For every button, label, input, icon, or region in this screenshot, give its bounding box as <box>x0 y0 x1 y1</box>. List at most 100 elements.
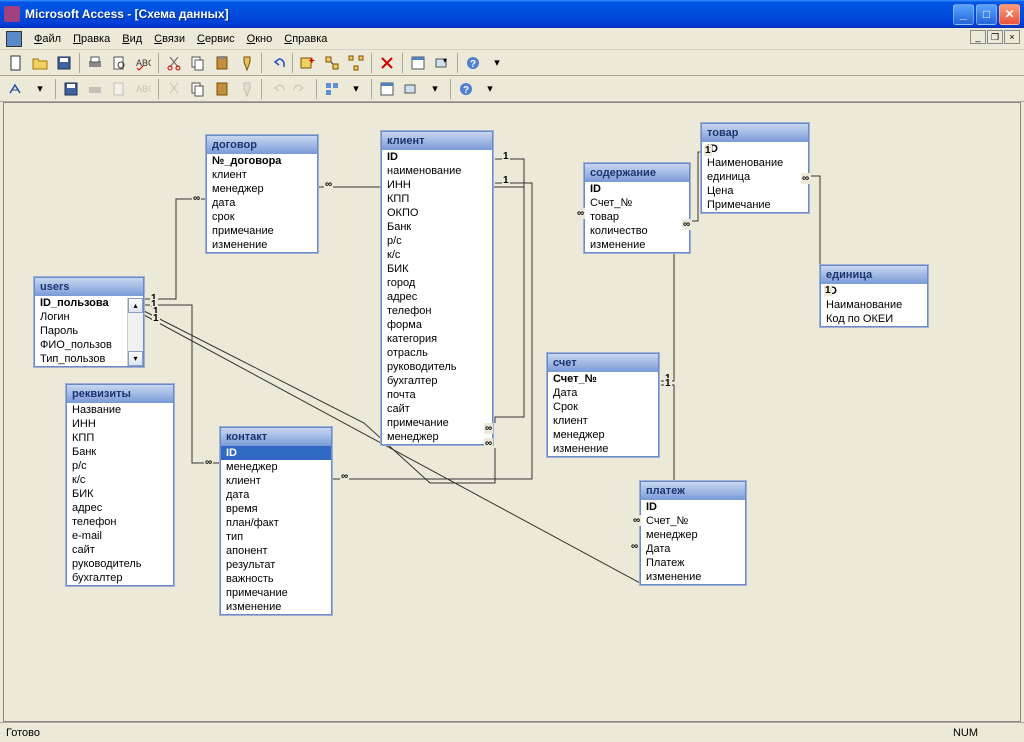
menu-Справка[interactable]: Справка <box>278 31 333 47</box>
field[interactable]: КПП <box>382 192 492 206</box>
print-button[interactable] <box>84 52 106 74</box>
field[interactable]: р/с <box>382 234 492 248</box>
format2-button[interactable] <box>235 78 257 100</box>
field[interactable]: адрес <box>67 501 173 515</box>
field[interactable]: Наиманование <box>821 298 927 312</box>
relationships-canvas[interactable]: usersID_пользоваЛогинПарольФИО_пользовТи… <box>3 102 1021 722</box>
field[interactable]: телефон <box>67 515 173 529</box>
field[interactable]: Банк <box>67 445 173 459</box>
field[interactable]: ID <box>702 142 808 156</box>
field[interactable]: Дата <box>641 542 745 556</box>
field[interactable]: товар <box>585 210 689 224</box>
field[interactable]: ИНН <box>67 417 173 431</box>
field[interactable]: тип <box>221 530 331 544</box>
field[interactable]: клиент <box>548 414 658 428</box>
redo2-button[interactable] <box>290 78 312 100</box>
field[interactable]: руководитель <box>67 557 173 571</box>
table-header[interactable]: товар <box>702 124 808 142</box>
field[interactable]: менеджер <box>641 528 745 542</box>
field[interactable]: важность <box>221 572 331 586</box>
menu-Файл[interactable]: Файл <box>28 31 67 47</box>
scrollbar[interactable]: ▴▾ <box>127 298 143 366</box>
field[interactable]: ОКПО <box>382 206 492 220</box>
table-header[interactable]: единица <box>821 266 927 284</box>
field[interactable]: р/с <box>67 459 173 473</box>
table-dogovor[interactable]: договор№_договораклиентменеджердатасрокп… <box>206 135 318 253</box>
field[interactable]: к/с <box>67 473 173 487</box>
field[interactable]: изменение <box>641 570 745 584</box>
field[interactable]: БИК <box>67 487 173 501</box>
field[interactable]: ИНН <box>382 178 492 192</box>
field[interactable]: Счет_№ <box>548 372 658 386</box>
dropdown2-icon[interactable]: ▾ <box>479 78 501 100</box>
table-klient[interactable]: клиентIDнаименованиеИННКППОКПОБанкр/ск/с… <box>381 131 493 445</box>
table-header[interactable]: платеж <box>641 482 745 500</box>
table-header[interactable]: users <box>35 278 143 296</box>
field[interactable]: Тип_пользов <box>35 352 127 366</box>
field[interactable]: наименование <box>382 164 492 178</box>
field[interactable]: Платеж <box>641 556 745 570</box>
field[interactable]: КПП <box>67 431 173 445</box>
field[interactable]: категория <box>382 332 492 346</box>
cut-button[interactable] <box>163 52 185 74</box>
menu-Сервис[interactable]: Сервис <box>191 31 241 47</box>
field[interactable]: менеджер <box>382 430 492 444</box>
table-header[interactable]: содержание <box>585 164 689 182</box>
open-button[interactable] <box>29 52 51 74</box>
menu-Окно[interactable]: Окно <box>241 31 279 47</box>
field[interactable]: ID <box>585 182 689 196</box>
field[interactable]: менеджер <box>221 460 331 474</box>
menu-Вид[interactable]: Вид <box>116 31 148 47</box>
spell2-button[interactable]: ABC <box>132 78 154 100</box>
show-all-button[interactable] <box>345 52 367 74</box>
help-button[interactable]: ? <box>462 52 484 74</box>
layout-dd-icon[interactable]: ▾ <box>345 78 367 100</box>
undo-button[interactable] <box>266 52 288 74</box>
table-edinica[interactable]: единицаIDНаиманованиеКод по ОКЕИ <box>820 265 928 327</box>
field[interactable]: бухгалтер <box>67 571 173 585</box>
table-header[interactable]: контакт <box>221 428 331 446</box>
paste-button[interactable] <box>211 52 233 74</box>
table-header[interactable]: реквизиты <box>67 385 173 403</box>
new-object2-dd-icon[interactable]: ▾ <box>424 78 446 100</box>
menu-Связи[interactable]: Связи <box>148 31 191 47</box>
field[interactable]: менеджер <box>548 428 658 442</box>
field[interactable]: Название <box>67 403 173 417</box>
show-table-button[interactable]: + <box>297 52 319 74</box>
field[interactable]: клиент <box>221 474 331 488</box>
field[interactable]: ID_пользова <box>35 296 127 310</box>
preview-button[interactable] <box>108 52 130 74</box>
field[interactable]: количество <box>585 224 689 238</box>
field[interactable]: №_договора <box>207 154 317 168</box>
field[interactable]: ID <box>221 446 331 460</box>
field[interactable]: ID <box>382 150 492 164</box>
save2-button[interactable] <box>60 78 82 100</box>
field[interactable]: единица <box>702 170 808 184</box>
field[interactable]: телефон <box>382 304 492 318</box>
field[interactable]: сайт <box>67 543 173 557</box>
new-object-button[interactable]: ▾ <box>431 52 453 74</box>
field[interactable]: изменение <box>548 442 658 456</box>
preview2-button[interactable] <box>108 78 130 100</box>
field[interactable]: ID <box>821 284 927 298</box>
mdi-minimize[interactable]: _ <box>970 30 986 44</box>
field[interactable]: адрес <box>382 290 492 304</box>
field[interactable]: результат <box>221 558 331 572</box>
close-button[interactable]: ✕ <box>999 4 1020 25</box>
field[interactable]: Цена <box>702 184 808 198</box>
field[interactable]: Пароль <box>35 324 127 338</box>
delete-button[interactable] <box>376 52 398 74</box>
table-tovar[interactable]: товарIDНаименованиеединицаЦенаПримечание <box>701 123 809 213</box>
table-rekvizity[interactable]: реквизитыНазваниеИННКППБанкр/ск/сБИКадре… <box>66 384 174 586</box>
format-painter-button[interactable] <box>235 52 257 74</box>
minimize-button[interactable]: _ <box>953 4 974 25</box>
field[interactable]: сайт <box>382 402 492 416</box>
field[interactable]: примечание <box>207 224 317 238</box>
field[interactable]: примечание <box>382 416 492 430</box>
field[interactable]: время <box>221 502 331 516</box>
save-button[interactable] <box>53 52 75 74</box>
field[interactable]: почта <box>382 388 492 402</box>
field[interactable]: изменение <box>207 238 317 252</box>
mdi-close[interactable]: × <box>1004 30 1020 44</box>
show-direct-button[interactable] <box>321 52 343 74</box>
